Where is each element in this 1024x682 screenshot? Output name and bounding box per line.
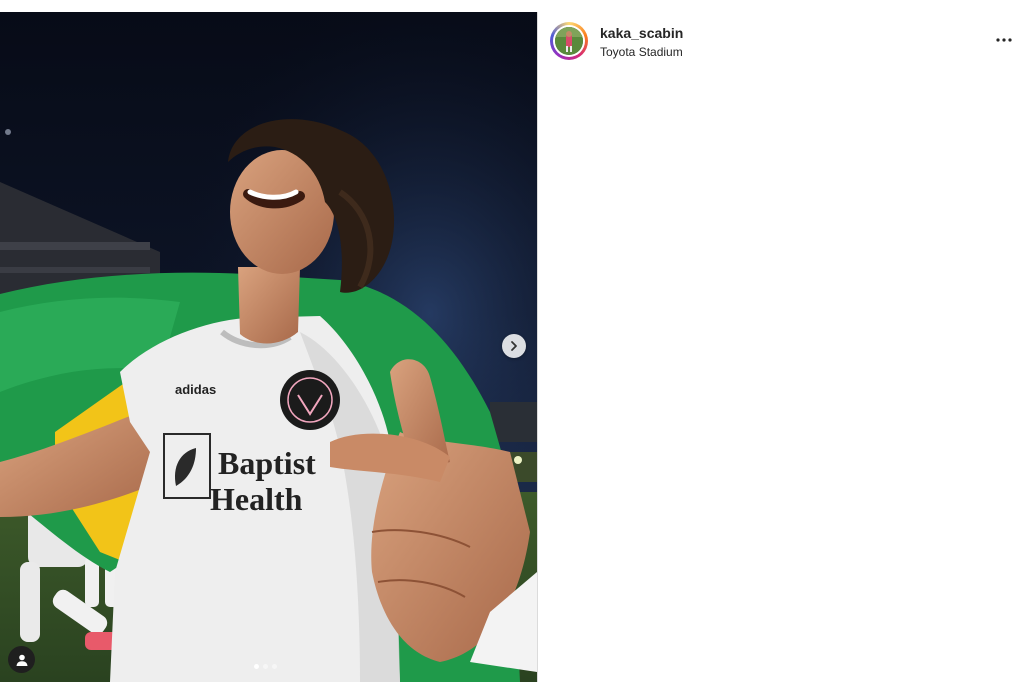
post-modal: Baptist Health adidas kaka_scabin Toyota… (0, 0, 1024, 682)
avatar[interactable] (550, 22, 588, 60)
shirt-sponsor-line2: Health (210, 481, 303, 517)
more-horizontal-icon (996, 38, 1012, 42)
chevron-right-icon (511, 341, 517, 351)
shirt-brand: adidas (175, 382, 216, 397)
post-photo: Baptist Health adidas (0, 12, 537, 682)
carousel-indicator (254, 664, 277, 669)
tagged-users-button[interactable] (8, 646, 35, 673)
avatar-image (555, 27, 583, 55)
location-link[interactable]: Toyota Stadium (600, 45, 683, 59)
panel-divider (537, 12, 538, 682)
more-options-button[interactable] (992, 28, 1016, 52)
user-icon (16, 654, 27, 666)
username-link[interactable]: kaka_scabin (600, 25, 683, 41)
carousel-dot (263, 664, 268, 669)
post-media[interactable]: Baptist Health adidas (0, 12, 537, 682)
next-slide-button[interactable] (502, 334, 526, 358)
shirt-sponsor-line1: Baptist (218, 445, 316, 481)
carousel-dot (272, 664, 277, 669)
carousel-dot (254, 664, 259, 669)
avatar-border (553, 25, 585, 57)
post-header: kaka_scabin Toyota Stadium (548, 20, 1018, 64)
